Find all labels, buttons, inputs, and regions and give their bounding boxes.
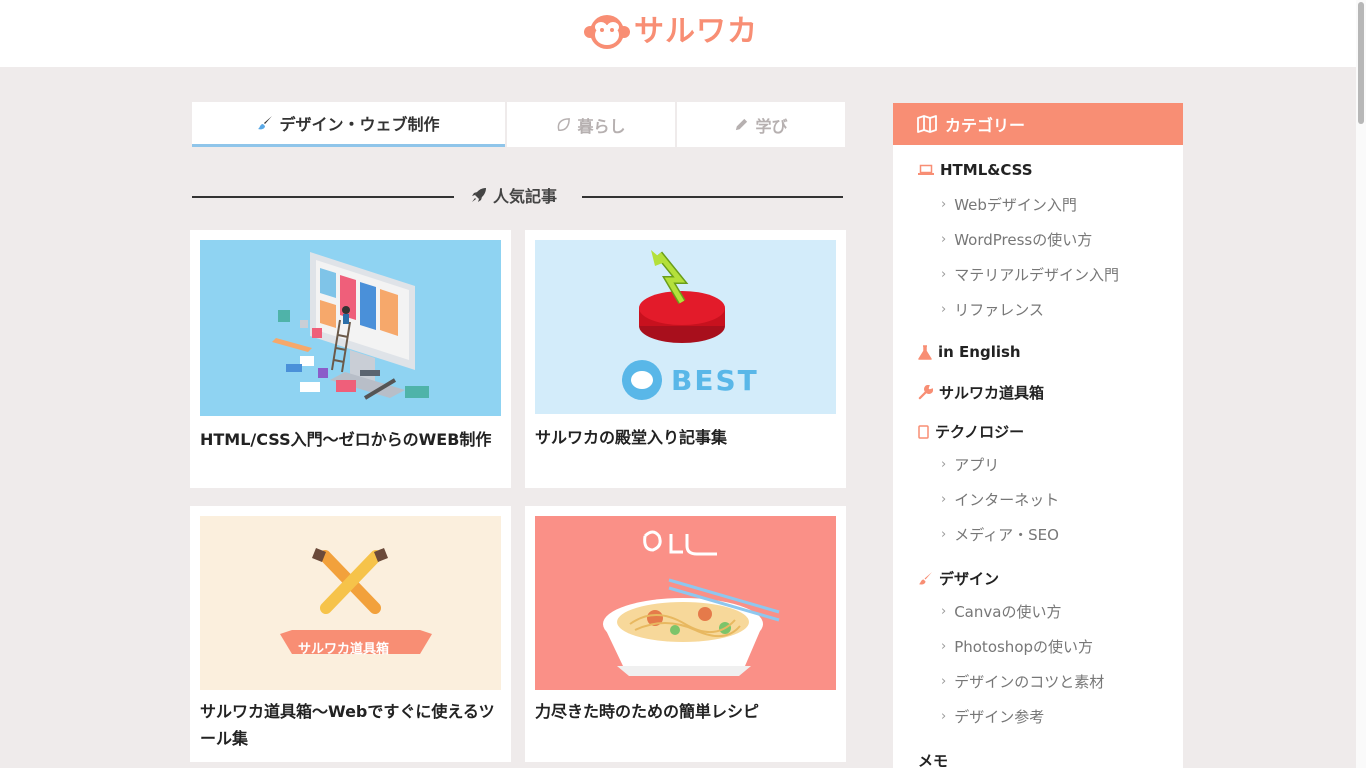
category-label: in English [938, 343, 1021, 361]
tab-label: デザイン・ウェブ制作 [279, 115, 440, 134]
toolbox-label: サルワカ道具箱 [298, 642, 390, 657]
page-scrollbar[interactable] [1356, 0, 1366, 768]
tablet-icon [918, 424, 929, 439]
category-label: テクノロジー [935, 423, 1025, 441]
map-icon [917, 115, 937, 133]
sidebar-title: カテゴリー [945, 116, 1026, 135]
article-card[interactable]: BEST サルワカの殿堂入り記事集 [525, 230, 846, 488]
article-card[interactable]: サルワカ道具箱 サルワカ道具箱〜Webですぐに使えるツール集 [190, 506, 511, 762]
tab-label: 暮らし [577, 116, 626, 136]
category-toolbox[interactable]: サルワカ道具箱 [918, 382, 1044, 403]
tab-learning[interactable]: 学び [677, 102, 845, 147]
subcategory-label: Webデザイン入門 [954, 196, 1077, 214]
subcategory-canva[interactable]: › Canvaの使い方 [941, 601, 1061, 622]
subcategory-reference[interactable]: › リファレンス [941, 299, 1044, 320]
site-header: サルワカ [0, 0, 1366, 67]
chevron-right-icon: › [941, 302, 947, 317]
pencil-icon [736, 118, 748, 131]
chevron-right-icon: › [941, 267, 947, 282]
chevron-right-icon: › [941, 639, 947, 654]
brush-icon [258, 116, 273, 130]
section-title-text: 人気記事 [493, 187, 558, 206]
tab-design-web[interactable]: デザイン・ウェブ制作 [192, 102, 505, 147]
subcategory-label: Canvaの使い方 [954, 603, 1062, 621]
category-label: サルワカ道具箱 [939, 384, 1045, 402]
site-logo[interactable]: サルワカ [584, 13, 758, 51]
subcategory-photoshop[interactable]: › Photoshopの使い方 [941, 636, 1093, 657]
article-title[interactable]: サルワカの殿堂入り記事集 [535, 424, 836, 451]
category-label: デザイン [939, 570, 1000, 588]
category-memo[interactable]: メモ [918, 750, 948, 768]
popular-articles-heading: 人気記事 [192, 182, 843, 210]
subcategory-web-design-intro[interactable]: › Webデザイン入門 [941, 194, 1077, 215]
category-in-english[interactable]: in English [918, 343, 1021, 361]
chevron-right-icon: › [941, 674, 947, 689]
flask-icon [918, 344, 932, 360]
subcategory-label: インターネット [954, 491, 1060, 509]
monkey-face-icon [584, 13, 630, 51]
article-thumbnail[interactable]: サルワカ道具箱 [200, 516, 501, 690]
chevron-right-icon: › [941, 527, 947, 542]
category-sidebar: カテゴリー HTML&CSS › Webデザイン入門 › WordPressの使い方… [893, 103, 1183, 768]
article-card[interactable]: 力尽きた時のための簡単レシピ [525, 506, 846, 762]
chevron-right-icon: › [941, 709, 947, 724]
subcategory-label: デザイン参考 [954, 708, 1045, 726]
best-label: BEST [671, 364, 759, 397]
article-thumbnail[interactable] [200, 240, 501, 416]
category-label: HTML&CSS [940, 161, 1033, 179]
brush-icon [918, 571, 933, 585]
article-title[interactable]: サルワカ道具箱〜Webですぐに使えるツール集 [200, 698, 501, 752]
article-title[interactable]: HTML/CSS入門〜ゼロからのWEB制作 [200, 426, 501, 453]
subcategory-label: マテリアルデザイン入門 [954, 266, 1120, 284]
article-thumbnail[interactable] [535, 516, 836, 690]
chevron-right-icon: › [941, 492, 947, 507]
divider [582, 196, 843, 198]
rocket-icon [472, 188, 486, 202]
subcategory-apps[interactable]: › アプリ [941, 454, 999, 475]
chevron-right-icon: › [941, 604, 947, 619]
subcategory-label: アプリ [954, 456, 1000, 474]
category-tabs: デザイン・ウェブ制作 暮らし 学び [192, 102, 845, 147]
tab-living[interactable]: 暮らし [507, 102, 675, 147]
category-label: メモ [918, 752, 949, 768]
article-card[interactable]: HTML/CSS入門〜ゼロからのWEB制作 [190, 230, 511, 488]
subcategory-label: メディア・SEO [954, 526, 1059, 544]
subcategory-label: Photoshopの使い方 [954, 638, 1094, 656]
subcategory-label: デザインのコツと素材 [954, 673, 1105, 691]
divider [192, 196, 454, 198]
category-html-css[interactable]: HTML&CSS [918, 161, 1033, 179]
logo-text: サルワカ [634, 14, 758, 49]
subcategory-label: リファレンス [954, 301, 1044, 319]
chevron-right-icon: › [941, 197, 947, 212]
article-thumbnail[interactable]: BEST [535, 240, 836, 414]
laptop-icon [918, 164, 934, 175]
subcategory-material-design[interactable]: › マテリアルデザイン入門 [941, 264, 1119, 285]
section-title: 人気記事 [471, 183, 557, 207]
subcategory-design-tips[interactable]: › デザインのコツと素材 [941, 671, 1104, 692]
subcategory-media-seo[interactable]: › メディア・SEO [941, 524, 1059, 545]
wrench-icon [918, 385, 933, 400]
category-technology[interactable]: テクノロジー [918, 421, 1024, 442]
leaf-icon [558, 118, 571, 131]
chevron-right-icon: › [941, 457, 947, 472]
category-design[interactable]: デザイン [918, 568, 999, 589]
sidebar-header: カテゴリー [893, 103, 1183, 145]
subcategory-internet[interactable]: › インターネット [941, 489, 1059, 510]
subcategory-wordpress[interactable]: › WordPressの使い方 [941, 229, 1092, 250]
scrollbar-thumb[interactable] [1358, 2, 1364, 124]
chevron-right-icon: › [941, 232, 947, 247]
subcategory-label: WordPressの使い方 [954, 231, 1093, 249]
article-title[interactable]: 力尽きた時のための簡単レシピ [535, 698, 836, 725]
subcategory-design-reference[interactable]: › デザイン参考 [941, 706, 1044, 727]
tab-label: 学び [755, 116, 788, 136]
